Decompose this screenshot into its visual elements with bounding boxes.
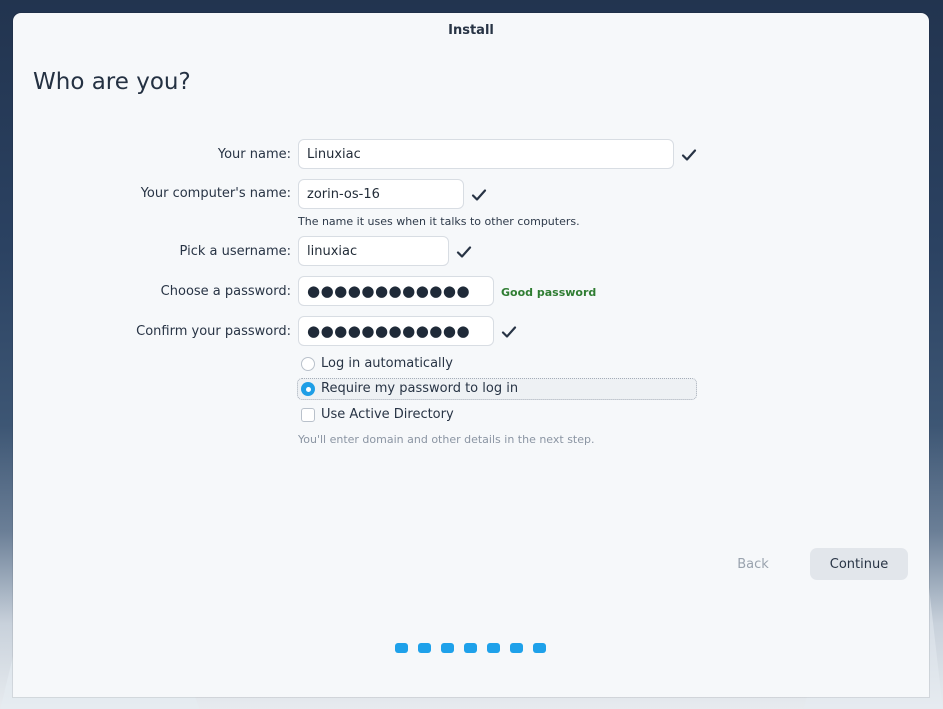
progress-step xyxy=(441,643,454,653)
password-label: Choose a password: xyxy=(160,284,291,299)
progress-indicator xyxy=(395,643,556,655)
computer-name-label: Your computer's name: xyxy=(140,186,291,201)
title-bar: Install xyxy=(13,13,929,49)
radio-button-selected[interactable] xyxy=(301,382,315,396)
progress-step xyxy=(464,643,477,653)
checkmark-icon xyxy=(456,244,472,260)
active-directory-checkbox[interactable] xyxy=(301,408,315,422)
checkmark-icon xyxy=(471,187,487,203)
username-label: Pick a username: xyxy=(179,244,291,259)
login-automatically-label: Log in automatically xyxy=(321,356,453,371)
computer-name-hint: The name it uses when it talks to other … xyxy=(298,215,580,228)
active-directory-option[interactable]: Use Active Directory xyxy=(297,405,697,427)
computer-name-field[interactable] xyxy=(298,179,464,209)
progress-step xyxy=(418,643,431,653)
confirm-password-label: Confirm your password: xyxy=(136,324,291,339)
progress-step xyxy=(395,643,408,653)
radio-button[interactable] xyxy=(301,357,315,371)
require-password-option[interactable]: Require my password to log in xyxy=(297,378,697,400)
checkmark-icon xyxy=(501,324,517,340)
progress-step xyxy=(510,643,523,653)
progress-step xyxy=(487,643,500,653)
page-title: Who are you? xyxy=(33,69,191,95)
window-title: Install xyxy=(448,23,494,38)
name-field[interactable] xyxy=(298,139,674,169)
login-automatically-option[interactable]: Log in automatically xyxy=(297,354,697,376)
password-strength: Good password xyxy=(501,286,597,299)
password-field[interactable]: ●●●●●●●●●●●● xyxy=(298,276,494,306)
require-password-label: Require my password to log in xyxy=(321,381,519,396)
active-directory-label: Use Active Directory xyxy=(321,407,454,422)
username-field[interactable] xyxy=(298,236,449,266)
active-directory-hint: You'll enter domain and other details in… xyxy=(298,433,595,446)
installer-window: Install Who are you? Your name: Your com… xyxy=(13,13,929,697)
name-label: Your name: xyxy=(217,147,291,162)
continue-button[interactable]: Continue xyxy=(810,548,908,580)
progress-step xyxy=(533,643,546,653)
confirm-password-field[interactable]: ●●●●●●●●●●●● xyxy=(298,316,494,346)
checkmark-icon xyxy=(681,147,697,163)
back-button[interactable]: Back xyxy=(717,548,789,580)
